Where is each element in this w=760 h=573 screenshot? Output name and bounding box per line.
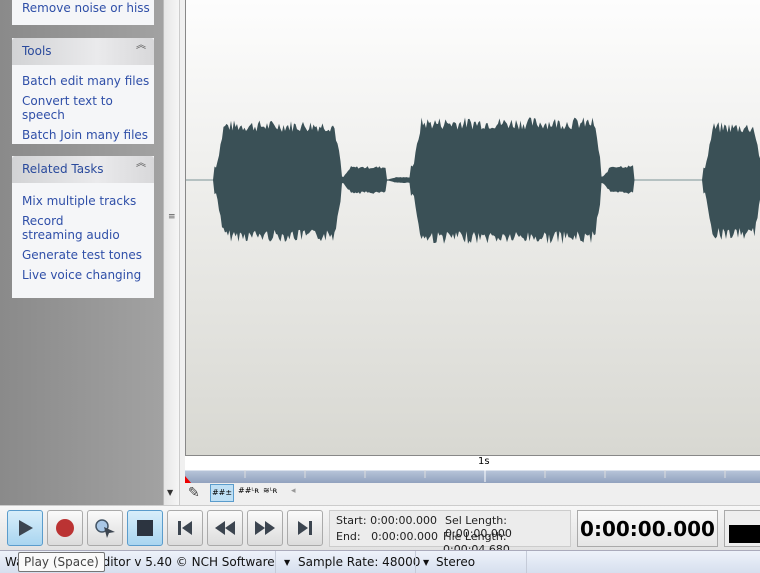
waveform-lr-icon[interactable]: ##ᴸʀ: [238, 486, 259, 495]
link-text-to-speech[interactable]: Convert text to speech: [12, 91, 154, 125]
record-icon: [56, 519, 74, 537]
ruler-ticks: [185, 465, 726, 484]
go-to-end-icon: [298, 521, 312, 535]
collapse-chevron-icon[interactable]: ︽: [136, 159, 146, 169]
end-time: End: 0:00:00.000: [336, 530, 438, 543]
panel-related-tasks: Related Tasks ︽ Mix multiple tracks Recor…: [12, 156, 154, 298]
link-record-streaming[interactable]: Record streaming audio: [12, 211, 122, 245]
pencil-icon[interactable]: ✎: [188, 485, 200, 501]
status-bar: Wa Editor v 5.40 © NCH Software ▼ Sample…: [0, 550, 760, 573]
go-to-end-button[interactable]: [287, 510, 323, 546]
scrub-button[interactable]: [87, 510, 123, 546]
sample-rate-dropdown-icon[interactable]: ▼: [284, 558, 290, 567]
panel-title: Related Tasks: [22, 162, 104, 176]
link-remove-noise[interactable]: Remove noise or hiss: [12, 0, 154, 18]
waveform: [186, 117, 760, 244]
waveform-shape: [186, 117, 760, 244]
panel-header-related[interactable]: Related Tasks ︽: [12, 156, 154, 183]
grip-icon: ≡: [168, 212, 176, 222]
panel-tools: Tools ︽ Batch edit many files Convert tex…: [12, 38, 154, 144]
record-button[interactable]: [47, 510, 83, 546]
fast-forward-button[interactable]: [247, 510, 283, 546]
level-meter: [724, 510, 760, 547]
link-mix-tracks[interactable]: Mix multiple tracks: [12, 191, 154, 211]
timeline-ruler[interactable]: 1s: [185, 455, 760, 484]
rewind-icon: [215, 521, 235, 535]
sample-rate[interactable]: Sample Rate: 48000: [298, 555, 420, 569]
channels[interactable]: Stereo: [436, 555, 475, 569]
ruler-label: 1s: [478, 456, 490, 467]
start-time: Start: 0:00:00.000: [336, 514, 437, 527]
rewind-button[interactable]: [207, 510, 243, 546]
selection-info: Start: 0:00:00.000 End: 0:00:00.000 Sel …: [329, 510, 571, 556]
link-batch-edit[interactable]: Batch edit many files: [12, 71, 154, 91]
panel-header-tools[interactable]: Tools ︽: [12, 38, 154, 65]
go-to-start-button[interactable]: [167, 510, 203, 546]
play-button[interactable]: [7, 510, 43, 546]
play-icon: [19, 520, 33, 536]
task-sidebar: Remove noise or hiss Tools ︽ Batch edit m…: [0, 0, 163, 505]
panel-effects: Remove noise or hiss: [12, 0, 154, 25]
stop-button[interactable]: [127, 510, 163, 546]
app-title: Editor v 5.40 © NCH Software: [95, 555, 275, 569]
level-meter-bar: [729, 525, 760, 543]
scrub-icon: [95, 519, 115, 538]
link-voice-changing[interactable]: Live voice changing: [12, 265, 154, 285]
sidebar-splitter[interactable]: ≡ ▼: [163, 0, 180, 505]
channels-dropdown-icon[interactable]: ▼: [423, 558, 429, 567]
time-display: 0:00:00.000: [577, 510, 718, 547]
waveform-split-icon[interactable]: ≋ᴸʀ: [263, 486, 277, 495]
stop-icon: [137, 520, 153, 536]
edit-tools: ✎ ##± ##ᴸʀ ≋ᴸʀ ◂: [180, 483, 760, 505]
go-to-start-icon: [178, 521, 192, 535]
waveform-both-icon[interactable]: ##±: [210, 484, 234, 502]
panel-title: Tools: [22, 44, 52, 58]
waveform-view[interactable]: [185, 0, 760, 455]
link-batch-join[interactable]: Batch Join many files: [12, 125, 154, 145]
collapse-chevron-icon[interactable]: ︽: [136, 41, 146, 51]
scroll-left-icon[interactable]: ◂: [291, 486, 296, 496]
scroll-down-icon[interactable]: ▼: [167, 488, 173, 497]
tooltip: Play (Space): [18, 552, 105, 572]
fast-forward-icon: [255, 521, 275, 535]
transport-bar: Start: 0:00:00.000 End: 0:00:00.000 Sel …: [0, 505, 760, 556]
link-test-tones[interactable]: Generate test tones: [12, 245, 154, 265]
